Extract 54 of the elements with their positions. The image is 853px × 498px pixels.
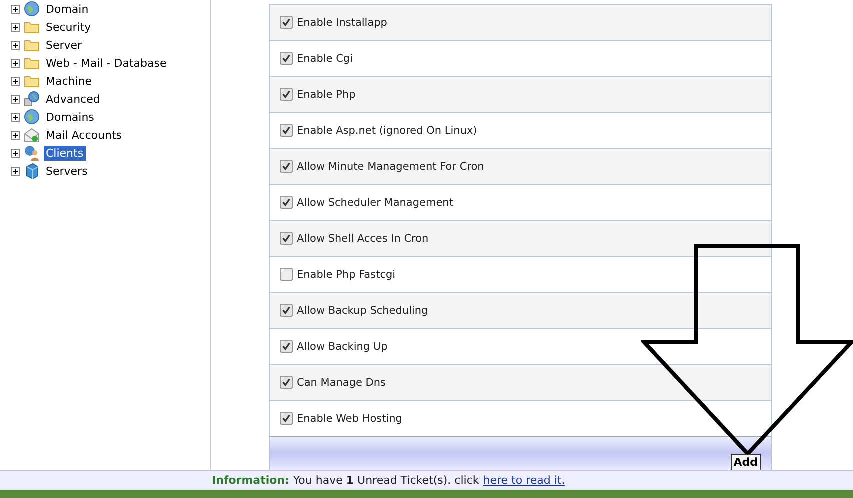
globe-icon <box>24 91 40 107</box>
checkbox[interactable] <box>280 340 293 353</box>
option-label: Enable Installapp <box>297 16 388 28</box>
add-button[interactable]: Add <box>730 454 761 470</box>
option-label: Enable Cgi <box>297 52 354 64</box>
expand-icon[interactable] <box>11 40 20 50</box>
checkbox[interactable] <box>280 124 293 137</box>
option-label: Allow Minute Management For Cron <box>297 160 484 172</box>
option-label: Enable Php Fastcgi <box>297 268 396 280</box>
tree-item[interactable]: Servers <box>44 164 90 178</box>
checkbox[interactable] <box>280 304 293 317</box>
checkbox[interactable] <box>280 232 293 245</box>
checkbox[interactable] <box>280 196 293 209</box>
checkbox[interactable] <box>280 412 293 425</box>
users-icon <box>24 145 40 161</box>
option-label: Enable Web Hosting <box>297 412 402 424</box>
option-label: Enable Php <box>297 88 356 100</box>
option-label: Enable Asp.net (ignored On Linux) <box>297 124 478 136</box>
globe-icon <box>24 109 40 125</box>
info-message: You have 1 Unread Ticket(s). click <box>293 474 480 487</box>
expand-icon[interactable] <box>11 130 20 140</box>
expand-icon[interactable] <box>11 58 20 68</box>
read-ticket-link[interactable]: here to read it. <box>483 474 566 487</box>
expand-icon[interactable] <box>11 22 20 32</box>
tree-item[interactable]: Advanced <box>44 92 102 106</box>
cube-icon <box>24 163 40 179</box>
expand-icon[interactable] <box>11 112 20 122</box>
option-label: Allow Backup Scheduling <box>297 304 428 316</box>
expand-icon[interactable] <box>11 94 20 104</box>
tree-item[interactable]: Clients <box>44 146 86 160</box>
option-label: Allow Scheduler Management <box>297 196 454 208</box>
option-label: Allow Shell Acces In Cron <box>297 232 429 244</box>
tree-item[interactable]: Domain <box>44 2 91 16</box>
info-label: Information: <box>212 474 290 487</box>
envelope-icon <box>24 127 40 143</box>
tree-item[interactable]: Security <box>44 20 94 34</box>
tree-item[interactable]: Server <box>44 38 84 52</box>
checkbox[interactable] <box>280 52 293 65</box>
tree-item[interactable]: Domains <box>44 110 96 124</box>
checkbox[interactable] <box>280 268 293 281</box>
expand-icon[interactable] <box>11 4 20 14</box>
checkbox[interactable] <box>280 16 293 29</box>
expand-icon[interactable] <box>11 76 20 86</box>
expand-icon[interactable] <box>11 166 20 176</box>
tree-item[interactable]: Mail Accounts <box>44 128 124 142</box>
checkbox[interactable] <box>280 88 293 101</box>
option-label: Allow Backing Up <box>297 340 388 352</box>
expand-icon[interactable] <box>11 148 20 158</box>
checkbox[interactable] <box>280 160 293 173</box>
tree-item[interactable]: Web - Mail - Database <box>44 56 169 70</box>
option-label: Can Manage Dns <box>297 376 386 388</box>
checkbox[interactable] <box>280 376 293 389</box>
globe-icon <box>24 1 40 17</box>
tree-item[interactable]: Machine <box>44 74 94 88</box>
